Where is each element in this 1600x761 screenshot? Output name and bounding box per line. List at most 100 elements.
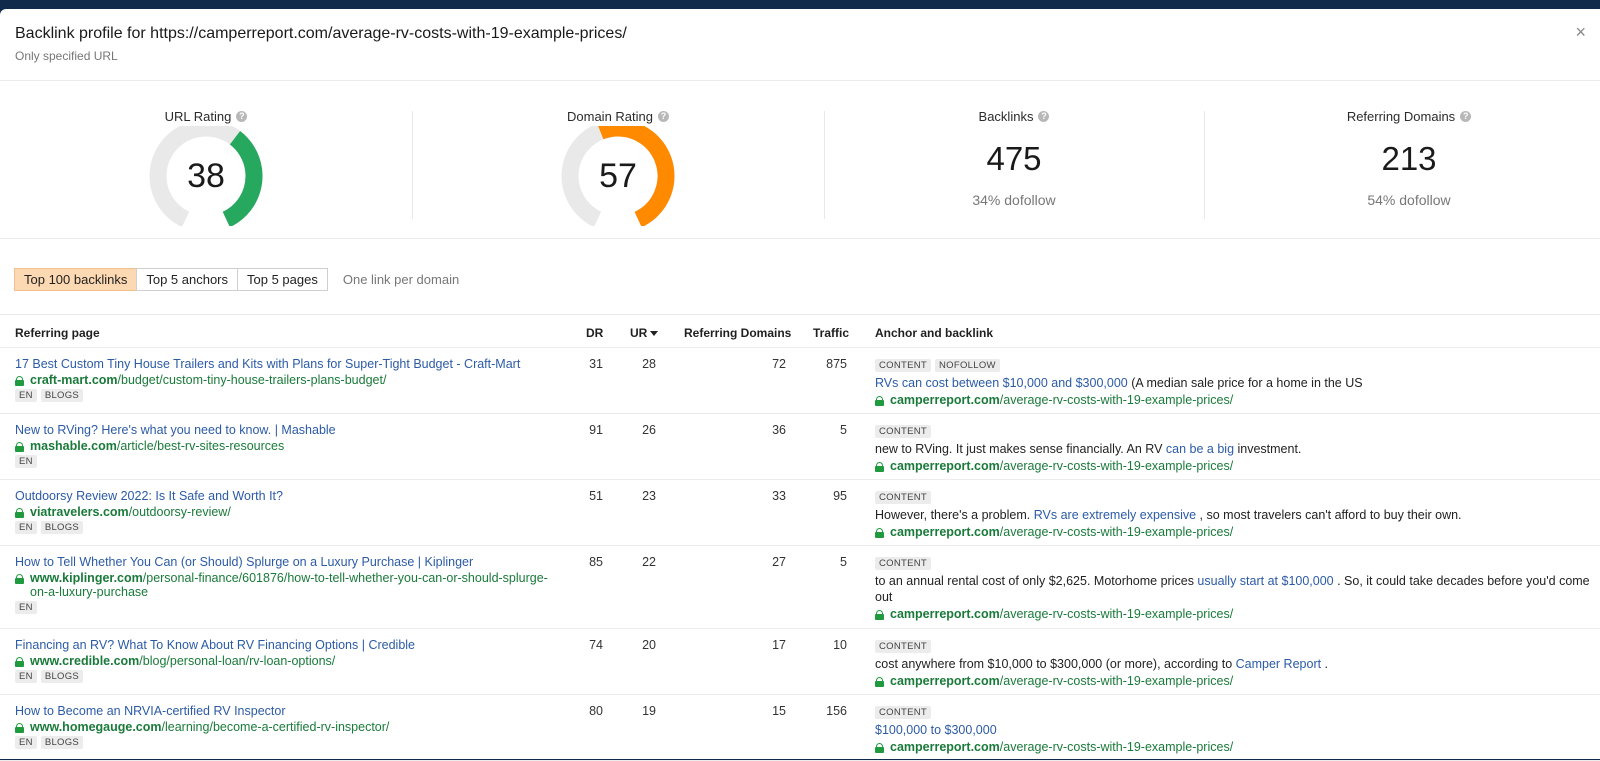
backlink-target-url[interactable]: camperreport.com/average-rv-costs-with-1… bbox=[875, 607, 1590, 621]
lock-icon bbox=[15, 574, 24, 584]
anchor-link[interactable]: RVs can cost between $10,000 and $300,00… bbox=[875, 376, 1128, 390]
tab-top-5-anchors[interactable]: Top 5 anchors bbox=[136, 268, 239, 291]
referring-page-url[interactable]: craft-mart.com/budget/custom-tiny-house-… bbox=[15, 373, 560, 387]
help-icon[interactable]: ? bbox=[1038, 111, 1050, 122]
traffic-value: 10 bbox=[833, 638, 847, 652]
anchor-cell: CONTENT $100,000 to $300,000 camperrepor… bbox=[875, 704, 1590, 754]
anchor-tag-badge: CONTENT bbox=[875, 640, 932, 653]
referring-domain: mashable.com bbox=[30, 439, 117, 453]
anchor-link[interactable]: Camper Report bbox=[1236, 657, 1321, 671]
one-link-per-domain-toggle[interactable]: One link per domain bbox=[343, 272, 459, 287]
backlinks-table: Referring page DR UR Referring Domains T… bbox=[0, 314, 1600, 761]
backlink-target-url[interactable]: camperreport.com/average-rv-costs-with-1… bbox=[875, 393, 1590, 407]
referring-domains-value: 213 bbox=[1381, 140, 1437, 177]
dr-value: 51 bbox=[589, 489, 603, 503]
col-ur[interactable]: UR bbox=[630, 326, 659, 340]
referring-domains-label: Referring Domains bbox=[1346, 109, 1456, 124]
target-path: /average-rv-costs-with-19-example-prices… bbox=[999, 674, 1234, 688]
anchor-link[interactable]: can be a big bbox=[1166, 442, 1234, 456]
referring-page-cell: How to Become an NRVIA-certified RV Insp… bbox=[15, 704, 560, 749]
tab-top-100-backlinks[interactable]: Top 100 backlinks bbox=[14, 268, 138, 291]
help-icon[interactable]: ? bbox=[1460, 111, 1472, 122]
referring-page-title-link[interactable]: How to Become an NRVIA-certified RV Insp… bbox=[15, 704, 560, 718]
table-row: 17 Best Custom Tiny House Trailers and K… bbox=[0, 348, 1600, 414]
referring-domains-value: 36 bbox=[772, 423, 786, 437]
traffic-value: 5 bbox=[840, 555, 847, 569]
referring-page-title-link[interactable]: How to Tell Whether You Can (or Should) … bbox=[15, 555, 560, 569]
anchor-text-before: However, there's a problem. bbox=[875, 508, 1034, 522]
tag-badge: BLOGS bbox=[40, 670, 84, 683]
referring-page-title-link[interactable]: Outdoorsy Review 2022: Is It Safe and Wo… bbox=[15, 489, 560, 503]
anchor-tags: CONTENT bbox=[875, 557, 1590, 570]
anchor-link[interactable]: RVs are extremely expensive bbox=[1034, 508, 1196, 522]
sort-desc-icon bbox=[650, 331, 659, 337]
referring-page-cell: New to RVing? Here's what you need to kn… bbox=[15, 423, 560, 468]
referring-page-url[interactable]: mashable.com/article/best-rv-sites-resou… bbox=[15, 439, 560, 453]
backlink-profile-modal: × Backlink profile for https://camperrep… bbox=[0, 9, 1600, 761]
dr-value: 31 bbox=[589, 357, 603, 371]
anchor-cell: CONTENT cost anywhere from $10,000 to $3… bbox=[875, 638, 1590, 688]
referring-page-url[interactable]: viatravelers.com/outdoorsy-review/ bbox=[15, 505, 560, 519]
page-tags: EN bbox=[15, 455, 560, 468]
lock-icon bbox=[875, 462, 884, 472]
domain-rating-gauge: 57 bbox=[558, 126, 678, 246]
target-domain: camperreport.com bbox=[890, 607, 1000, 621]
backlinks-metric: Backlinks? 475 34% dofollow bbox=[824, 89, 1204, 239]
referring-page-title-link[interactable]: 17 Best Custom Tiny House Trailers and K… bbox=[15, 357, 560, 371]
referring-path: /article/best-rv-sites-resources bbox=[116, 439, 285, 453]
anchor-link[interactable]: $100,000 to $300,000 bbox=[875, 723, 997, 737]
referring-domains-dofollow: 54% dofollow bbox=[1367, 192, 1451, 208]
referring-domains-metric: Referring Domains? 213 54% dofollow bbox=[1204, 89, 1600, 239]
tab-top-5-pages[interactable]: Top 5 pages bbox=[237, 268, 328, 291]
referring-page-title-link[interactable]: Financing an RV? What To Know About RV F… bbox=[15, 638, 560, 652]
target-domain: camperreport.com bbox=[890, 459, 1000, 473]
anchor-text: However, there's a problem. RVs are extr… bbox=[875, 507, 1590, 523]
anchor-text-before: new to RVing. It just makes sense financ… bbox=[875, 442, 1166, 456]
backlink-target-url[interactable]: camperreport.com/average-rv-costs-with-1… bbox=[875, 674, 1590, 688]
help-icon[interactable]: ? bbox=[236, 111, 248, 122]
anchor-tags: CONTENT bbox=[875, 491, 1590, 504]
anchor-tag-badge: CONTENT bbox=[875, 359, 932, 372]
anchor-tag-badge: CONTENT bbox=[875, 425, 932, 438]
close-icon[interactable]: × bbox=[1575, 23, 1586, 41]
page-tags: EN bbox=[15, 601, 560, 614]
col-referring-domains[interactable]: Referring Domains bbox=[684, 326, 791, 340]
backlink-target-url[interactable]: camperreport.com/average-rv-costs-with-1… bbox=[875, 459, 1590, 473]
referring-path: /blog/personal-loan/rv-loan-options/ bbox=[139, 654, 336, 668]
help-icon[interactable]: ? bbox=[658, 111, 669, 122]
referring-page-title-link[interactable]: New to RVing? Here's what you need to kn… bbox=[15, 423, 560, 437]
tag-badge: BLOGS bbox=[40, 521, 84, 534]
referring-page-url[interactable]: www.homegauge.com/learning/become-a-cert… bbox=[15, 720, 560, 734]
anchor-text: cost anywhere from $10,000 to $300,000 (… bbox=[875, 656, 1590, 672]
col-dr[interactable]: DR bbox=[586, 326, 603, 340]
backlinks-dofollow: 34% dofollow bbox=[972, 192, 1056, 208]
tag-badge: BLOGS bbox=[40, 736, 84, 749]
ur-value: 22 bbox=[642, 555, 656, 569]
anchor-cell: CONTENT to an annual rental cost of only… bbox=[875, 555, 1590, 621]
col-traffic[interactable]: Traffic bbox=[813, 326, 849, 340]
backlink-target-url[interactable]: camperreport.com/average-rv-costs-with-1… bbox=[875, 740, 1590, 754]
url-rating-value: 38 bbox=[187, 157, 225, 195]
domain-rating-label: Domain Rating bbox=[567, 109, 653, 124]
table-row: Financing an RV? What To Know About RV F… bbox=[0, 629, 1600, 695]
ur-value: 28 bbox=[642, 357, 656, 371]
col-referring-page[interactable]: Referring page bbox=[15, 326, 100, 340]
referring-page-url[interactable]: www.credible.com/blog/personal-loan/rv-l… bbox=[15, 654, 560, 668]
anchor-tags: CONTENT bbox=[875, 706, 1590, 719]
anchor-text-after: investment. bbox=[1234, 442, 1302, 456]
col-anchor-and-backlink[interactable]: Anchor and backlink bbox=[875, 326, 993, 340]
referring-domains-value: 15 bbox=[772, 704, 786, 718]
anchor-tags: CONTENT bbox=[875, 425, 1590, 438]
domain-rating-metric: Domain Rating? 57 bbox=[412, 89, 824, 239]
referring-page-url[interactable]: www.kiplinger.com/personal-finance/60187… bbox=[15, 571, 560, 599]
anchor-tag-badge: CONTENT bbox=[875, 557, 932, 570]
table-row: How to Become an NRVIA-certified RV Insp… bbox=[0, 695, 1600, 761]
backlink-target-url[interactable]: camperreport.com/average-rv-costs-with-1… bbox=[875, 525, 1590, 539]
anchor-cell: CONTENT new to RVing. It just makes sens… bbox=[875, 423, 1590, 473]
modal-title: Backlink profile for https://camperrepor… bbox=[15, 25, 627, 42]
tag-badge: EN bbox=[15, 670, 37, 683]
backlinks-label: Backlinks bbox=[978, 109, 1034, 124]
anchor-link[interactable]: usually start at $100,000 bbox=[1197, 574, 1333, 588]
table-row: New to RVing? Here's what you need to kn… bbox=[0, 414, 1600, 480]
lock-icon bbox=[875, 743, 884, 753]
